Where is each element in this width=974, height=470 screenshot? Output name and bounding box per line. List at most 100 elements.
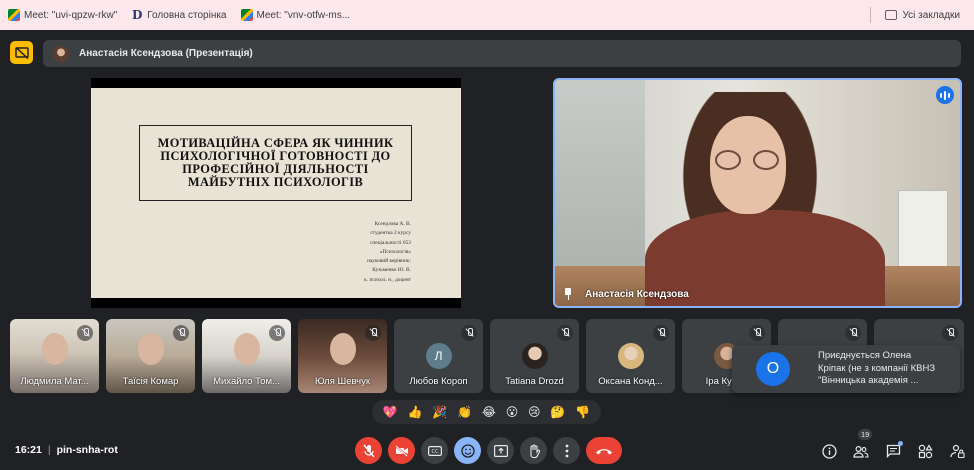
- speaker-figure: [715, 150, 741, 170]
- join-notification[interactable]: О Приєднується Олена Кріпак (не з компан…: [732, 345, 960, 393]
- avatar: [521, 343, 548, 369]
- more-vertical-icon: [565, 444, 568, 457]
- google-meet-icon: [8, 9, 20, 21]
- mic-off-icon: [77, 325, 93, 341]
- participant-name: Tatiana Drozd: [505, 376, 564, 387]
- mic-off-icon: [557, 325, 573, 341]
- slide-canvas: Мотиваційна сфера як чинник психологічно…: [91, 88, 461, 298]
- participant-tile[interactable]: Юля Шевчук: [298, 319, 387, 393]
- participant-name: Юля Шевчук: [315, 376, 370, 387]
- participant-tile[interactable]: Tatiana Drozd: [490, 319, 579, 393]
- reaction-surprised-button[interactable]: 😮: [506, 405, 519, 419]
- reaction-thumbs-up-button[interactable]: 👍: [408, 405, 423, 419]
- clock: 16:21: [15, 444, 42, 456]
- meeting-details-button[interactable]: [818, 440, 840, 462]
- hand-icon: [529, 443, 540, 458]
- participant-tile[interactable]: Оксана Конд...: [586, 319, 675, 393]
- participant-video: [41, 333, 68, 365]
- bookmark-label: Meet: "uvi-qpzw-rkw": [24, 9, 118, 21]
- call-controls: CC: [355, 437, 622, 465]
- slide-info-line: к. психол. н., доцент: [364, 276, 411, 283]
- leave-call-button[interactable]: [586, 437, 622, 464]
- people-count-badge: 19: [858, 429, 873, 440]
- people-button[interactable]: 19: [850, 429, 873, 462]
- d-logo-icon: D: [132, 8, 143, 22]
- activities-button[interactable]: [914, 440, 936, 462]
- pin-icon[interactable]: [563, 288, 573, 300]
- microphone-toggle-button[interactable]: [355, 437, 382, 464]
- reactions-button[interactable]: [454, 437, 481, 464]
- notification-line: Кріпак (не з компанії КВНЗ: [818, 362, 936, 374]
- presenting-label: Анастасія Ксендзова (Презентація): [79, 48, 253, 59]
- mic-off-icon: [173, 325, 189, 341]
- lock-person-icon: [949, 444, 965, 458]
- more-options-button[interactable]: [553, 437, 580, 464]
- chat-icon: [886, 444, 900, 458]
- reactions-bar: 💖 👍 🎉 👏 😂 😮 😢 🤔 👎: [372, 400, 601, 424]
- bookmark-meet-1[interactable]: Meet: "uvi-qpzw-rkw": [2, 4, 123, 26]
- side-panel-controls: 19: [818, 429, 968, 462]
- slide-title-box: Мотиваційна сфера як чинник психологічно…: [139, 125, 412, 201]
- slide-info-line: науковий керівник:: [367, 258, 411, 265]
- reaction-party-button[interactable]: 🎉: [432, 405, 447, 419]
- participant-name: Таїсія Комар: [122, 376, 179, 387]
- speaker-figure: [753, 150, 779, 170]
- participant-tile[interactable]: Людмила Мат...: [10, 319, 99, 393]
- reaction-laugh-button[interactable]: 😂: [482, 405, 496, 419]
- slide-info-line: Кузьменко Ю. В.: [372, 267, 411, 274]
- bookmark-home[interactable]: D Головна сторінка: [125, 4, 232, 26]
- present-to-all-icon: [493, 444, 508, 457]
- slide-author-info: Ксендзова А. В. студентка 2 курсу спеціа…: [281, 220, 411, 285]
- svg-text:CC: CC: [431, 449, 438, 455]
- people-icon: [853, 445, 869, 458]
- chat-button[interactable]: [882, 440, 904, 462]
- participant-name: Людмила Мат...: [20, 376, 89, 387]
- meeting-info: 16:21 | pin-snha-rot: [15, 444, 118, 456]
- slide-info-line: Ксендзова А. В.: [374, 221, 411, 227]
- shapes-icon: [918, 443, 933, 458]
- call-end-icon: [596, 448, 612, 454]
- notification-line: Приєднується Олена: [818, 350, 912, 362]
- reaction-clap-button[interactable]: 👏: [457, 405, 472, 419]
- raise-hand-button[interactable]: [520, 437, 547, 464]
- presentation-toggle-button[interactable]: [10, 41, 33, 64]
- closed-captions-icon: CC: [427, 445, 442, 456]
- avatar: [53, 45, 69, 62]
- divider: [870, 7, 872, 23]
- host-controls-button[interactable]: [946, 440, 968, 462]
- bookmark-label: Meet: "vnv-otfw-ms...: [256, 9, 351, 21]
- speaking-indicator-icon: [936, 86, 954, 104]
- notification-line: "Вінницька академія ...: [818, 375, 919, 387]
- slide-info-line: «Психологія»: [379, 248, 411, 255]
- present-to-all-off-icon: [14, 46, 29, 59]
- avatar: [617, 343, 644, 369]
- reaction-heart-button[interactable]: 💖: [383, 405, 398, 419]
- chat-notification-dot: [898, 441, 903, 446]
- separator: |: [47, 444, 51, 456]
- shared-presentation: Мотиваційна сфера як чинник психологічно…: [91, 78, 461, 308]
- captions-button[interactable]: CC: [421, 437, 448, 464]
- reaction-sad-button[interactable]: 😢: [528, 405, 541, 419]
- participant-name: Михайло Том...: [213, 376, 280, 387]
- avatar: О: [756, 352, 790, 386]
- participant-tile[interactable]: Л Любов Короп: [394, 319, 483, 393]
- camera-toggle-button[interactable]: [388, 437, 415, 464]
- participant-name: Оксана Конд...: [598, 376, 663, 387]
- participant-tile[interactable]: Михайло Том...: [202, 319, 291, 393]
- slide-info-line: спеціальності 053: [369, 239, 411, 246]
- present-now-button[interactable]: [487, 437, 514, 464]
- participant-tile[interactable]: Таїсія Комар: [106, 319, 195, 393]
- reaction-thumbs-down-button[interactable]: 👎: [575, 405, 590, 419]
- bookmark-meet-2[interactable]: Meet: "vnv-otfw-ms...: [235, 4, 357, 26]
- presenting-banner: Анастасія Ксендзова (Презентація): [43, 40, 961, 67]
- camera-off-icon: [394, 444, 408, 457]
- meeting-code: pin-snha-rot: [56, 444, 118, 456]
- reaction-thinking-button[interactable]: 🤔: [550, 405, 565, 419]
- participant-video: [233, 333, 260, 365]
- all-bookmarks-button[interactable]: Усі закладки: [879, 4, 966, 26]
- avatar: Л: [425, 343, 452, 369]
- join-notification-text: Приєднується Олена Кріпак (не з компанії…: [818, 350, 943, 388]
- mic-off-icon: [653, 325, 669, 341]
- video-background: [898, 190, 948, 270]
- speaker-video-tile[interactable]: Анастасія Ксендзова: [553, 78, 962, 308]
